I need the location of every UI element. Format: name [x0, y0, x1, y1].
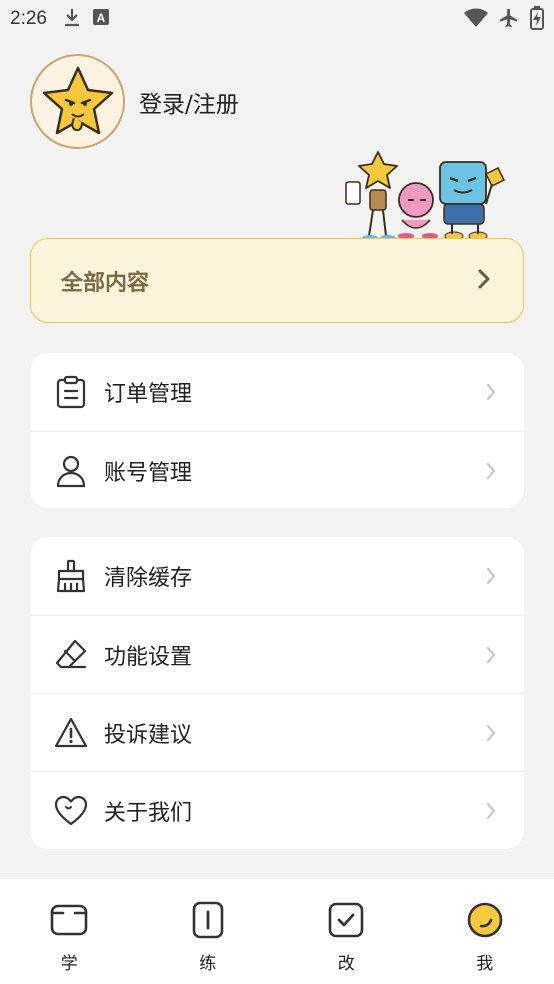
svg-text:A: A	[97, 11, 106, 25]
battery-charging-icon	[530, 6, 544, 34]
chevron-right-icon	[484, 382, 498, 402]
check-box-icon	[327, 901, 365, 939]
avatar[interactable]	[30, 54, 125, 149]
menu-group-account: 订单管理 账号管理	[30, 353, 524, 508]
menu-item-label: 投诉建议	[104, 722, 193, 748]
menu-item-about-us[interactable]: 关于我们	[30, 771, 524, 849]
chevron-right-icon	[484, 566, 498, 586]
heart-icon	[54, 794, 88, 828]
menu-item-account[interactable]: 账号管理	[30, 431, 524, 508]
menu-item-function-settings[interactable]: 功能设置	[30, 615, 524, 693]
profile-header[interactable]: 登录/注册	[30, 54, 239, 149]
bottom-tab-bar: 学 练 改 我	[0, 879, 554, 984]
tab-label: 改	[337, 954, 355, 974]
chevron-right-icon	[477, 268, 491, 294]
smile-face-icon	[466, 901, 504, 939]
broom-icon	[54, 559, 88, 593]
airplane-icon	[498, 7, 520, 33]
practice-icon	[189, 901, 227, 939]
book-icon	[50, 901, 88, 939]
keyboard-a-icon: A	[92, 9, 109, 29]
tab-practice[interactable]: 练	[139, 879, 278, 984]
wifi-icon	[464, 8, 488, 32]
tab-me[interactable]: 我	[416, 879, 554, 984]
star-mascot-avatar-icon	[42, 66, 113, 134]
tab-learn[interactable]: 学	[0, 879, 139, 984]
user-icon	[54, 454, 88, 488]
status-time: 2:26	[10, 8, 47, 29]
all-content-card[interactable]: 全部内容	[30, 238, 524, 323]
eraser-icon	[54, 638, 88, 672]
clipboard-icon	[54, 375, 88, 409]
menu-group-settings: 清除缓存 功能设置 投诉建议 关于我们	[30, 537, 524, 849]
login-register-link[interactable]: 登录/注册	[139, 85, 239, 119]
warning-icon	[54, 716, 88, 750]
menu-item-label: 功能设置	[104, 644, 193, 670]
download-icon	[63, 7, 81, 31]
menu-item-orders[interactable]: 订单管理	[30, 353, 524, 431]
tab-label: 我	[476, 954, 494, 974]
chevron-right-icon	[484, 461, 498, 481]
menu-item-clear-cache[interactable]: 清除缓存	[30, 537, 524, 615]
mascot-illustration	[340, 150, 510, 242]
menu-item-label: 关于我们	[104, 800, 193, 826]
tab-label: 学	[60, 954, 78, 974]
all-content-label: 全部内容	[61, 270, 150, 296]
chevron-right-icon	[484, 801, 498, 821]
tab-correct[interactable]: 改	[277, 879, 416, 984]
menu-item-label: 账号管理	[104, 460, 193, 486]
menu-item-label: 清除缓存	[104, 566, 193, 591]
chevron-right-icon	[484, 723, 498, 743]
tab-label: 练	[199, 954, 217, 974]
chevron-right-icon	[484, 645, 498, 665]
menu-item-label: 订单管理	[104, 382, 193, 407]
menu-item-feedback[interactable]: 投诉建议	[30, 693, 524, 771]
status-bar: 2:26 A	[0, 0, 554, 38]
